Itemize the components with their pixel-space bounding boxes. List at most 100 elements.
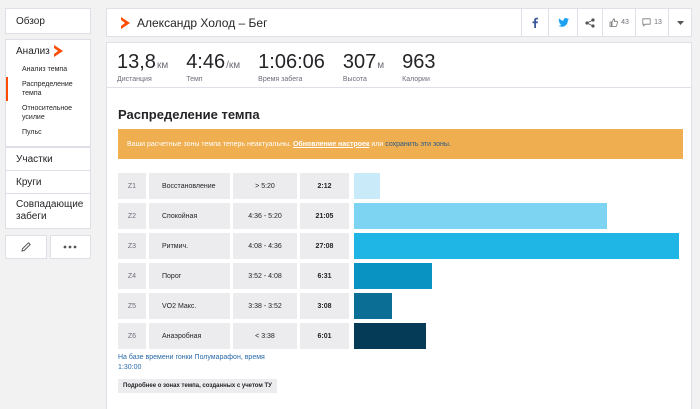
thumbs-up-icon (609, 18, 619, 27)
edit-button[interactable] (5, 235, 47, 259)
comment-count: 13 (654, 19, 662, 26)
zone-id: Z2 (118, 203, 146, 229)
sidebar-item-analysis[interactable]: Анализ (6, 44, 90, 58)
banner-or-text: или (371, 140, 384, 148)
sidebar-subitem-heart-rate[interactable]: Пульс (6, 125, 90, 140)
facebook-share-button[interactable] (521, 9, 548, 36)
race-basis-line: На базе времени гонки Полумарафон, время (118, 354, 265, 361)
zone-name: Восстановление (149, 173, 230, 199)
zone-id: Z4 (118, 263, 146, 289)
zone-pace-range: 4:08 - 4:36 (233, 233, 297, 259)
zone-pace-range: > 5:20 (233, 173, 297, 199)
twitter-icon (557, 18, 569, 27)
zone-bar (354, 233, 679, 259)
zone-id: Z6 (118, 323, 146, 349)
zone-time: 6:31 (300, 263, 349, 289)
zone-pace-range: 4:36 - 5:20 (233, 203, 297, 229)
header-menu-button[interactable] (668, 9, 691, 36)
zone-pace-range: 3:52 - 4:08 (233, 263, 297, 289)
sidebar-item-matched-runs[interactable]: Совпадающие забеги (6, 193, 90, 228)
stat-label: Дистанция (117, 76, 152, 83)
sidebar-subitem-pace-distribution[interactable]: Распределение темпа (6, 77, 90, 101)
sidebar-subitem-pace-analysis[interactable]: Анализ темпа (6, 62, 90, 77)
sidebar-overview-box: Обзор (5, 8, 91, 34)
zone-bar (354, 293, 392, 319)
more-options-button[interactable] (49, 235, 91, 259)
section-title: Распределение темпа (118, 107, 260, 122)
stat-pace: 4:46/км Темп (186, 43, 240, 87)
chevron-right-icon (53, 45, 64, 57)
stat-distance: 13,8км Дистанция (117, 43, 168, 87)
facebook-icon (532, 17, 538, 28)
sidebar-tools (5, 235, 91, 259)
sidebar-subitem-relative-effort[interactable]: Относительное усилие (6, 101, 90, 125)
zone-bar (354, 203, 607, 229)
race-basis-note[interactable]: На базе времени гонки Полумарафон, время… (118, 353, 691, 373)
stat-label: Темп (186, 76, 203, 83)
stat-value: 1:06:06 (258, 51, 325, 73)
zone-time: 27:08 (300, 233, 349, 259)
stat-calories: 963 Калории (402, 43, 435, 87)
kudos-count: 43 (621, 19, 629, 26)
stat-unit: м (377, 60, 385, 71)
pace-zones-table: Z1 Восстановление > 5:20 2:12 Z2 Спокойная 4:3… (118, 173, 691, 349)
zone-bar (354, 323, 426, 349)
stat-value: 13,8 (117, 51, 156, 73)
zone-row: Z3 Ритмич. 4:08 - 4:36 27:08 (118, 233, 691, 259)
zone-time: 6:01 (300, 323, 349, 349)
zone-name: Ритмич. (149, 233, 230, 259)
strava-chevron-icon (121, 16, 131, 29)
share-icon (585, 17, 595, 28)
zone-bar (354, 173, 380, 199)
sidebar-item-laps[interactable]: Круги (6, 170, 90, 193)
zone-pace-range: < 3:38 (233, 323, 297, 349)
stat-elevation: 307м Высота (343, 43, 384, 87)
pencil-icon (21, 242, 31, 252)
update-settings-link[interactable]: Обновление настроек (293, 141, 370, 148)
stat-unit: км (156, 60, 169, 71)
zone-time: 21:05 (300, 203, 349, 229)
comments-button[interactable]: 13 (635, 9, 668, 36)
more-dots-icon (63, 245, 77, 249)
zone-name: Спокойная (149, 203, 230, 229)
caret-down-icon (676, 20, 684, 25)
zone-pace-range: 3:38 - 3:52 (233, 293, 297, 319)
zone-row: Z4 Порог 3:52 - 4:08 6:31 (118, 263, 691, 289)
activity-header: Александр Холод – Бег 43 13 (106, 8, 692, 37)
zone-time: 2:12 (300, 173, 349, 199)
twitter-share-button[interactable] (548, 9, 577, 36)
stat-unit: /км (226, 60, 241, 71)
stat-moving-time: 1:06:06 Время забега (258, 43, 325, 87)
stat-label: Калории (402, 76, 430, 83)
keep-zones-link[interactable]: сохранить эти зоны. (385, 141, 451, 148)
zone-row: Z6 Анаэробная < 3:38 6:01 (118, 323, 691, 349)
sidebar-lower-box: Участки Круги Совпадающие забеги (5, 147, 91, 229)
zone-id: Z1 (118, 173, 146, 199)
comment-icon (642, 18, 651, 27)
sidebar-item-overview[interactable]: Обзор (6, 9, 90, 33)
zone-bar-track (354, 173, 679, 199)
zone-id: Z3 (118, 233, 146, 259)
sidebar-item-segments[interactable]: Участки (6, 147, 90, 170)
activity-title: Александр Холод – Бег (137, 15, 268, 30)
share-button[interactable] (577, 9, 602, 36)
zone-bar-track (354, 323, 679, 349)
zone-row: Z2 Спокойная 4:36 - 5:20 21:05 (118, 203, 691, 229)
zone-name: Порог (149, 263, 230, 289)
more-about-zones-button[interactable]: Подробнее о зонах темпа, созданных с уче… (118, 379, 277, 393)
zone-time: 3:08 (300, 293, 349, 319)
warning-banner: Ваши расчетные зоны темпа теперь неактуа… (118, 129, 683, 159)
zone-row: Z1 Восстановление > 5:20 2:12 (118, 173, 691, 199)
zone-bar-track (354, 293, 679, 319)
stat-value: 307 (342, 51, 377, 73)
zone-row: Z5 VO2 Макс. 3:38 - 3:52 3:08 (118, 293, 691, 319)
kudos-button[interactable]: 43 (602, 9, 635, 36)
stat-value: 963 (402, 51, 436, 73)
zone-id: Z5 (118, 293, 146, 319)
stat-value: 4:46 (186, 51, 226, 73)
zone-bar-track (354, 263, 679, 289)
stat-label: Высота (342, 76, 367, 83)
zone-name: Анаэробная (149, 323, 230, 349)
zone-name: VO2 Макс. (149, 293, 230, 319)
stats-row: 13,8км Дистанция 4:46/км Темп 1:06:06 Вр… (107, 43, 691, 88)
